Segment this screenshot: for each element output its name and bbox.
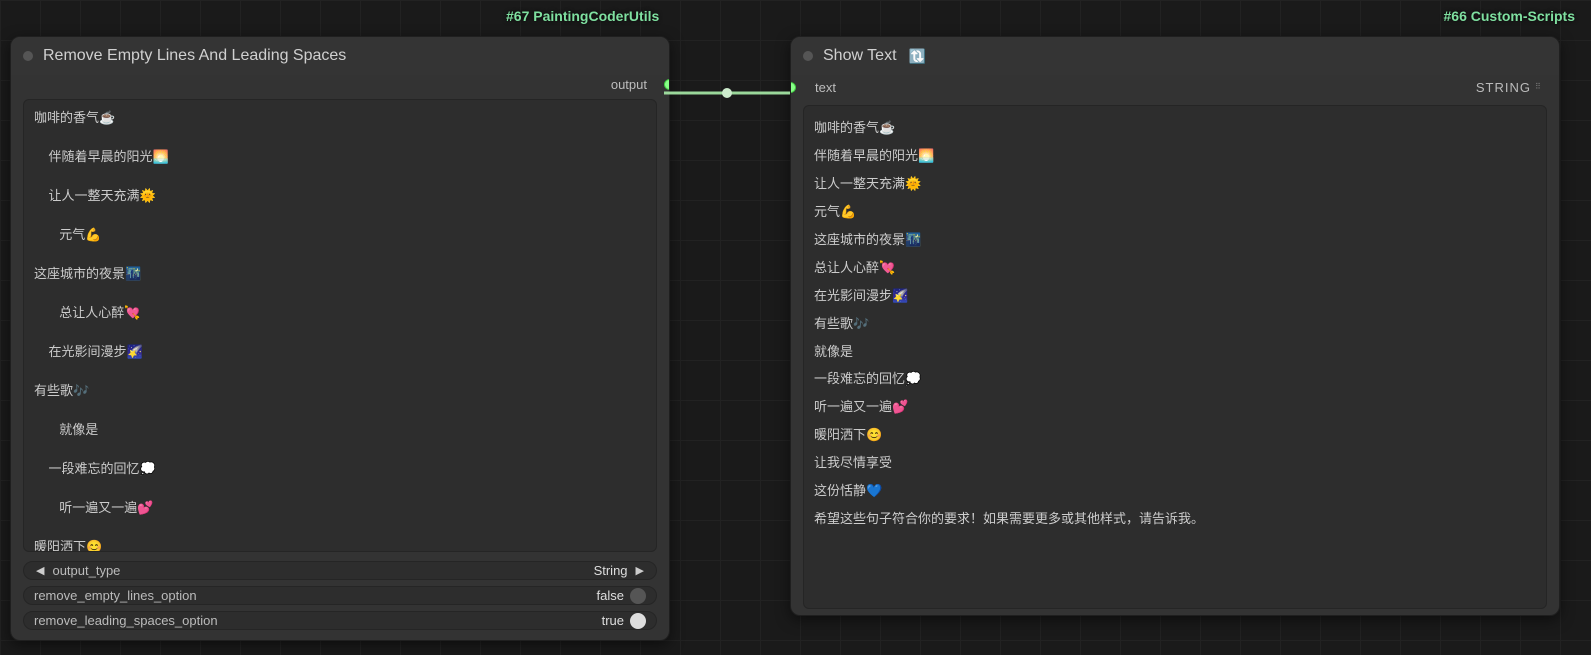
input-text-area[interactable]: 咖啡的香气☕ 伴随着早晨的阳光🌅 让人一整天充满🌞 元气💪 这座城市的夜景🌃 总… (23, 99, 657, 552)
output-port-row[interactable]: output (11, 75, 669, 93)
output-text-area[interactable]: 咖啡的香气☕ 伴随着早晨的阳光🌅 让人一整天充满🌞 元气💪 这座城市的夜景🌃 总… (803, 105, 1547, 609)
chevron-right-icon[interactable]: ▶ (634, 564, 646, 577)
toggle-icon[interactable] (630, 613, 646, 629)
widget-value: String (594, 563, 628, 578)
collapse-dot-icon[interactable] (23, 51, 33, 61)
node-title: Remove Empty Lines And Leading Spaces (43, 47, 346, 65)
output-port-label: output (611, 77, 647, 92)
widget-value: false (597, 588, 624, 603)
input-port-dot-icon[interactable] (790, 82, 796, 93)
remove-empty-lines-widget[interactable]: remove_empty_lines_option false (23, 586, 657, 605)
widget-label: remove_empty_lines_option (34, 588, 197, 603)
grip-icon[interactable]: ⠿ (1535, 83, 1545, 91)
widget-label: output_type (52, 563, 120, 578)
output-type-label: STRING ⠿ (1476, 80, 1545, 95)
node-remove-empty-lines[interactable]: Remove Empty Lines And Leading Spaces ou… (10, 36, 670, 641)
refresh-icon[interactable]: 🔃 (909, 48, 926, 65)
badge-source-left: #67 PaintingCoderUtils (500, 6, 665, 26)
connection-line (664, 86, 790, 100)
badge-source-right: #66 Custom-Scripts (1438, 6, 1581, 26)
input-port-row[interactable]: text STRING ⠿ (791, 75, 1559, 99)
toggle-icon[interactable] (630, 588, 646, 604)
node-title: Show Text (823, 47, 897, 65)
collapse-dot-icon[interactable] (803, 51, 813, 61)
widget-label: remove_leading_spaces_option (34, 613, 218, 628)
output-type-widget[interactable]: ◀ output_type String ▶ (23, 561, 657, 580)
widget-value: true (602, 613, 624, 628)
node-show-text[interactable]: Show Text 🔃 text STRING ⠿ 咖啡的香气☕ 伴随着早晨的阳… (790, 36, 1560, 616)
node-header[interactable]: Show Text 🔃 (791, 37, 1559, 75)
type-text: STRING (1476, 80, 1531, 95)
input-port-label: text (815, 80, 836, 95)
remove-leading-spaces-widget[interactable]: remove_leading_spaces_option true (23, 611, 657, 630)
node-header[interactable]: Remove Empty Lines And Leading Spaces (11, 37, 669, 75)
chevron-left-icon[interactable]: ◀ (34, 564, 46, 577)
